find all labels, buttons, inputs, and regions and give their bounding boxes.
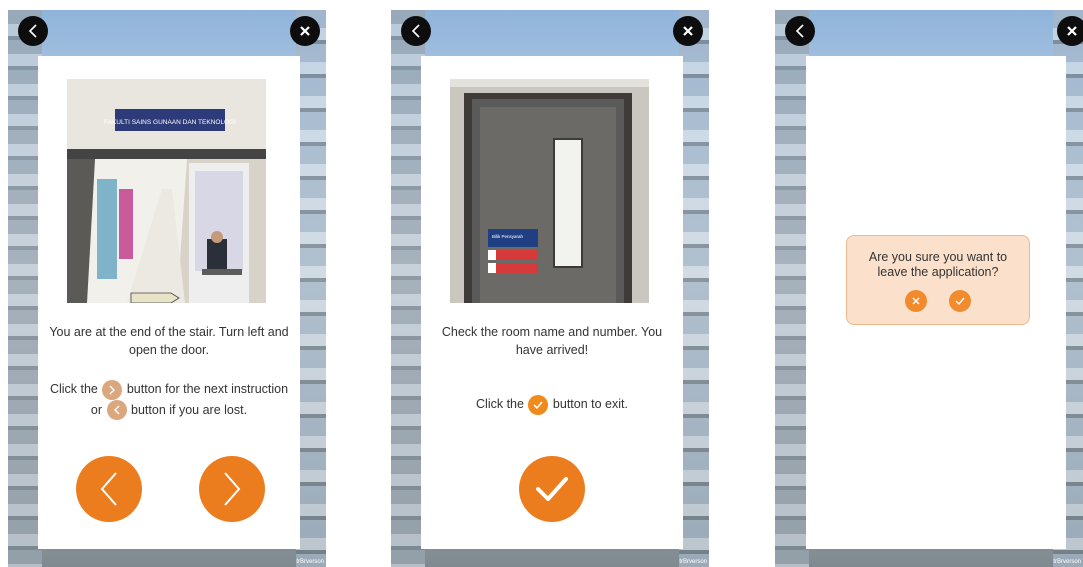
dialog-message: Are you sure you want to leave the appli… [868,250,1008,279]
close-button[interactable] [290,16,320,46]
x-icon [912,297,920,305]
corridor-photo: FAKULTI SAINS GUNAAN DAN TEKNOLOGI [67,79,266,303]
back-button[interactable] [785,16,815,46]
door-photo: Bilik Pensyarah [450,79,649,303]
chevron-left-icon [28,24,37,38]
watermark: trBrverson [679,559,707,565]
close-button[interactable] [1057,16,1083,46]
check-chip-icon [528,394,549,415]
next-chip-icon [102,379,123,400]
instruction-text: You are at the end of the stair. Turn le… [49,325,289,357]
previous-button[interactable] [76,456,142,522]
back-button[interactable] [18,16,48,46]
exit-help-text: Click the button to exit. [431,394,673,415]
screen-exit-confirm: Are you sure you want to leave the appli… [775,10,1083,567]
watermark: trBrverson [296,559,324,565]
back-button[interactable] [401,16,431,46]
exit-help-part1: Click the [476,397,524,411]
exit-help-part2: button to exit. [552,397,628,411]
close-icon [1067,26,1077,36]
leave-confirm-dialog: Are you sure you want to leave the appli… [846,235,1030,325]
chevron-right-icon [224,472,241,506]
help-text-part3: button if you are lost. [131,402,248,417]
screen-arrived: Bilik Pensyarah Check the room name and … [391,10,709,567]
close-icon [683,26,693,36]
chevron-left-icon [795,24,804,38]
confirm-leave-button[interactable] [949,290,971,312]
arrived-text: Check the room name and number. You have… [441,325,663,357]
instruction-card: FAKULTI SAINS GUNAAN DAN TEKNOLOGI You a… [38,56,300,549]
cancel-leave-button[interactable] [905,290,927,312]
close-icon [300,26,310,36]
chevron-left-icon [411,24,420,38]
finish-button[interactable] [519,456,585,522]
next-button[interactable] [199,456,265,522]
arrived-card: Bilik Pensyarah Check the room name and … [421,56,683,549]
check-icon [955,297,965,306]
check-icon [536,477,568,501]
chevron-left-icon [100,472,117,506]
close-button[interactable] [673,16,703,46]
exit-card: Are you sure you want to leave the appli… [806,56,1066,549]
screen-instruction: FAKULTI SAINS GUNAAN DAN TEKNOLOGI You a… [8,10,326,567]
watermark: trBrverson [1053,559,1081,565]
help-text-part1: Click the [49,382,98,396]
back-chip-icon [106,400,127,421]
door-sign-text: Bilik Pensyarah [492,234,524,239]
help-text: Click the button for the next instructio… [48,379,290,421]
photo-sign-text: FAKULTI SAINS GUNAAN DAN TEKNOLOGI [104,119,236,126]
